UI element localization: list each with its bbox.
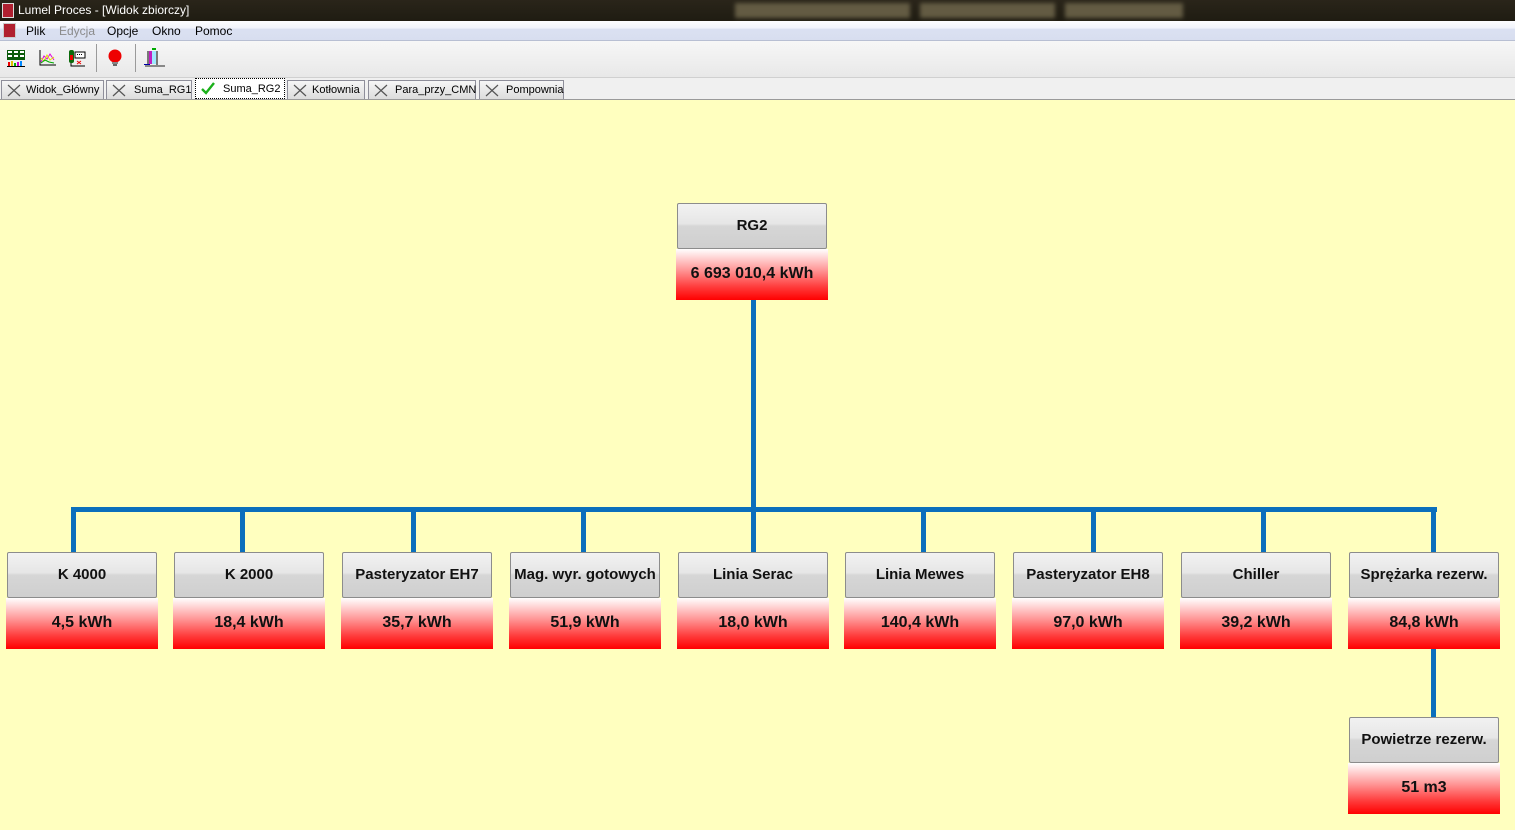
- meter-value: 51 m3: [1348, 763, 1500, 814]
- meter-name[interactable]: Pasteryzator EH7: [342, 552, 492, 598]
- connector-drop: [411, 507, 416, 553]
- meter-value: 18,0 kWh: [677, 598, 829, 649]
- meter-name[interactable]: K 4000: [7, 552, 157, 598]
- tab-suma-rg1[interactable]: Suma_RG1: [106, 80, 192, 99]
- toolbar-separator: [96, 44, 97, 72]
- meter-name[interactable]: Sprężarka rezerw.: [1349, 552, 1499, 598]
- connector-drop: [1431, 507, 1436, 553]
- tab-label: Suma_RG2: [223, 83, 281, 95]
- meter-name[interactable]: Pasteryzator EH8: [1013, 552, 1163, 598]
- toolbar: [0, 41, 1515, 78]
- line-chart-button[interactable]: [35, 46, 59, 70]
- tab-kotlownia[interactable]: Kotłownia: [287, 80, 365, 99]
- meter-value: 51,9 kWh: [509, 598, 661, 649]
- connector-drop: [1261, 507, 1266, 553]
- checkmark-icon: [201, 82, 215, 95]
- window-title: Lumel Proces - [Widok zbiorczy]: [18, 3, 190, 17]
- close-tab-icon[interactable]: [111, 83, 127, 98]
- meter-node[interactable]: Mag. wyr. gotowych 51,9 kWh: [509, 552, 661, 649]
- meter-value: 39,2 kWh: [1180, 598, 1332, 649]
- document-icon[interactable]: [3, 23, 16, 38]
- menu-plik[interactable]: Plik: [26, 24, 45, 38]
- meter-name[interactable]: Mag. wyr. gotowych: [510, 552, 660, 598]
- tab-label: Para_przy_CMN: [395, 84, 477, 96]
- close-tab-icon[interactable]: [484, 83, 500, 98]
- meter-name[interactable]: Linia Mewes: [845, 552, 995, 598]
- meter-name[interactable]: Powietrze rezerw.: [1349, 717, 1499, 763]
- meter-value: 84,8 kWh: [1348, 598, 1500, 649]
- tab-label: Kotłownia: [312, 84, 360, 96]
- app-icon: [2, 3, 14, 18]
- connector-drop: [751, 507, 756, 553]
- menu-bar: Plik Edycja Opcje Okno Pomoc: [0, 21, 1515, 41]
- meter-node[interactable]: Linia Serac 18,0 kWh: [677, 552, 829, 649]
- tab-label: Suma_RG1: [134, 84, 192, 96]
- device-settings-button[interactable]: [65, 46, 89, 70]
- meter-node[interactable]: Pasteryzator EH8 97,0 kWh: [1012, 552, 1164, 649]
- connector-grandchild: [1431, 648, 1436, 718]
- process-view-icon: [144, 48, 165, 67]
- menu-pomoc[interactable]: Pomoc: [195, 24, 232, 38]
- blurred-title-region: [920, 3, 1055, 18]
- blurred-title-region: [735, 3, 910, 18]
- menu-okno[interactable]: Okno: [152, 24, 181, 38]
- blurred-title-region: [1065, 3, 1183, 18]
- connector-drop: [1091, 507, 1096, 553]
- device-settings-icon: [69, 50, 86, 67]
- meter-value: 35,7 kWh: [341, 598, 493, 649]
- close-tab-icon[interactable]: [292, 83, 308, 98]
- line-chart-icon: [39, 50, 56, 66]
- table-chart-icon: [7, 50, 25, 67]
- tab-bar: Widok_Główny Suma_RG1 Suma_RG2 Kotłownia…: [0, 78, 1515, 100]
- tab-suma-rg2[interactable]: Suma_RG2: [195, 78, 285, 99]
- close-tab-icon[interactable]: [373, 83, 389, 98]
- close-tab-icon[interactable]: [6, 83, 22, 98]
- alarm-lamp-icon: [108, 49, 122, 66]
- connector-drop: [71, 507, 76, 553]
- tab-para-przy-cmn[interactable]: Para_przy_CMN: [368, 80, 476, 99]
- alarm-button[interactable]: [103, 46, 127, 70]
- meter-value: 4,5 kWh: [6, 598, 158, 649]
- meter-node[interactable]: Linia Mewes 140,4 kWh: [844, 552, 996, 649]
- meter-node-root[interactable]: RG2 6 693 010,4 kWh: [676, 203, 828, 300]
- meter-node[interactable]: Chiller 39,2 kWh: [1180, 552, 1332, 649]
- table-chart-button[interactable]: [4, 46, 28, 70]
- meter-node[interactable]: K 2000 18,4 kWh: [173, 552, 325, 649]
- meter-name[interactable]: Linia Serac: [678, 552, 828, 598]
- connector-drop: [240, 507, 245, 553]
- tab-widok-glowny[interactable]: Widok_Główny: [1, 80, 104, 99]
- meter-node[interactable]: Pasteryzator EH7 35,7 kWh: [341, 552, 493, 649]
- tab-label: Widok_Główny: [26, 84, 100, 96]
- menu-opcje[interactable]: Opcje: [107, 24, 138, 38]
- meter-value: 97,0 kWh: [1012, 598, 1164, 649]
- meter-value: 18,4 kWh: [173, 598, 325, 649]
- meter-name[interactable]: Chiller: [1181, 552, 1331, 598]
- meter-node[interactable]: K 4000 4,5 kWh: [6, 552, 158, 649]
- meter-node-grandchild[interactable]: Powietrze rezerw. 51 m3: [1348, 717, 1500, 814]
- meter-name[interactable]: RG2: [677, 203, 827, 249]
- toolbar-separator: [135, 44, 136, 72]
- meter-name[interactable]: K 2000: [174, 552, 324, 598]
- meter-node[interactable]: Sprężarka rezerw. 84,8 kWh: [1348, 552, 1500, 649]
- summary-view-canvas: RG2 6 693 010,4 kWh K 4000 4,5 kWh K 200…: [0, 101, 1515, 830]
- meter-value: 140,4 kWh: [844, 598, 996, 649]
- process-view-button[interactable]: [143, 46, 167, 70]
- tab-label: Pompownia: [506, 84, 564, 96]
- meter-value: 6 693 010,4 kWh: [676, 249, 828, 300]
- connector-drop: [921, 507, 926, 553]
- connector-drop: [581, 507, 586, 553]
- title-bar: Lumel Proces - [Widok zbiorczy]: [0, 0, 1515, 21]
- menu-edycja[interactable]: Edycja: [59, 24, 95, 38]
- tab-pompownia[interactable]: Pompownia: [479, 80, 564, 99]
- connector-root-trunk: [751, 299, 756, 511]
